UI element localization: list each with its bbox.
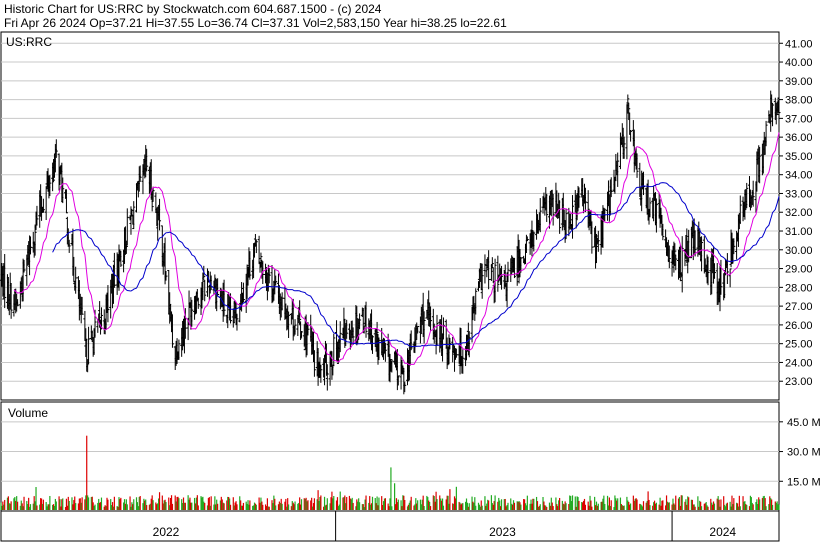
price-tick-label: 38.00	[785, 95, 813, 107]
ticker-label: US:RRC	[6, 35, 52, 49]
price-tick-label: 24.00	[785, 357, 813, 369]
price-tick-label: 32.00	[785, 207, 813, 219]
price-panel: 23.00 24.00 25.00 26.00 27.00 28.00 29.00 30.00…	[0, 31, 813, 401]
price-tick-label: 41.00	[785, 38, 813, 50]
price-tick-label: 27.00	[785, 301, 813, 313]
axis-frame	[0, 510, 780, 542]
year-label: 2023	[489, 525, 516, 539]
price-tick-label: 23.00	[785, 376, 813, 388]
price-tick-label: 30.00	[785, 245, 813, 257]
volume-panel-label: Volume	[8, 406, 48, 420]
volume-tick-label: 15.0 M	[787, 476, 821, 488]
volume-frame	[0, 401, 780, 512]
price-tick-label: 37.00	[785, 113, 813, 125]
price-tick-label: 31.00	[785, 226, 813, 238]
price-tick-label: 39.00	[785, 76, 813, 88]
price-tick-label: 29.00	[785, 264, 813, 276]
stock-chart: Historic Chart for US:RRC by Stockwatch.…	[0, 0, 830, 543]
time-axis: 2022 2023 2024	[0, 510, 780, 542]
price-tick-label: 28.00	[785, 282, 813, 294]
year-label: 2022	[153, 525, 180, 539]
price-tick-label: 40.00	[785, 57, 813, 69]
year-label: 2024	[709, 525, 736, 539]
chart-title: Historic Chart for US:RRC by Stockwatch.…	[4, 2, 382, 16]
price-tick-label: 26.00	[785, 320, 813, 332]
price-tick-label: 33.00	[785, 188, 813, 200]
price-tick-label: 36.00	[785, 132, 813, 144]
price-tick-label: 25.00	[785, 339, 813, 351]
volume-tick-label: 30.0 M	[787, 447, 821, 459]
volume-panel: 15.0 M 30.0 M 45.0 M Volume	[0, 401, 821, 512]
volume-tick-label: 45.0 M	[787, 417, 821, 429]
chart-canvas: Historic Chart for US:RRC by Stockwatch.…	[0, 2, 821, 542]
price-tick-label: 35.00	[785, 151, 813, 163]
price-tick-label: 34.00	[785, 170, 813, 182]
chart-subtitle: Fri Apr 26 2024 Op=37.21 Hi=37.55 Lo=36.…	[4, 16, 507, 30]
